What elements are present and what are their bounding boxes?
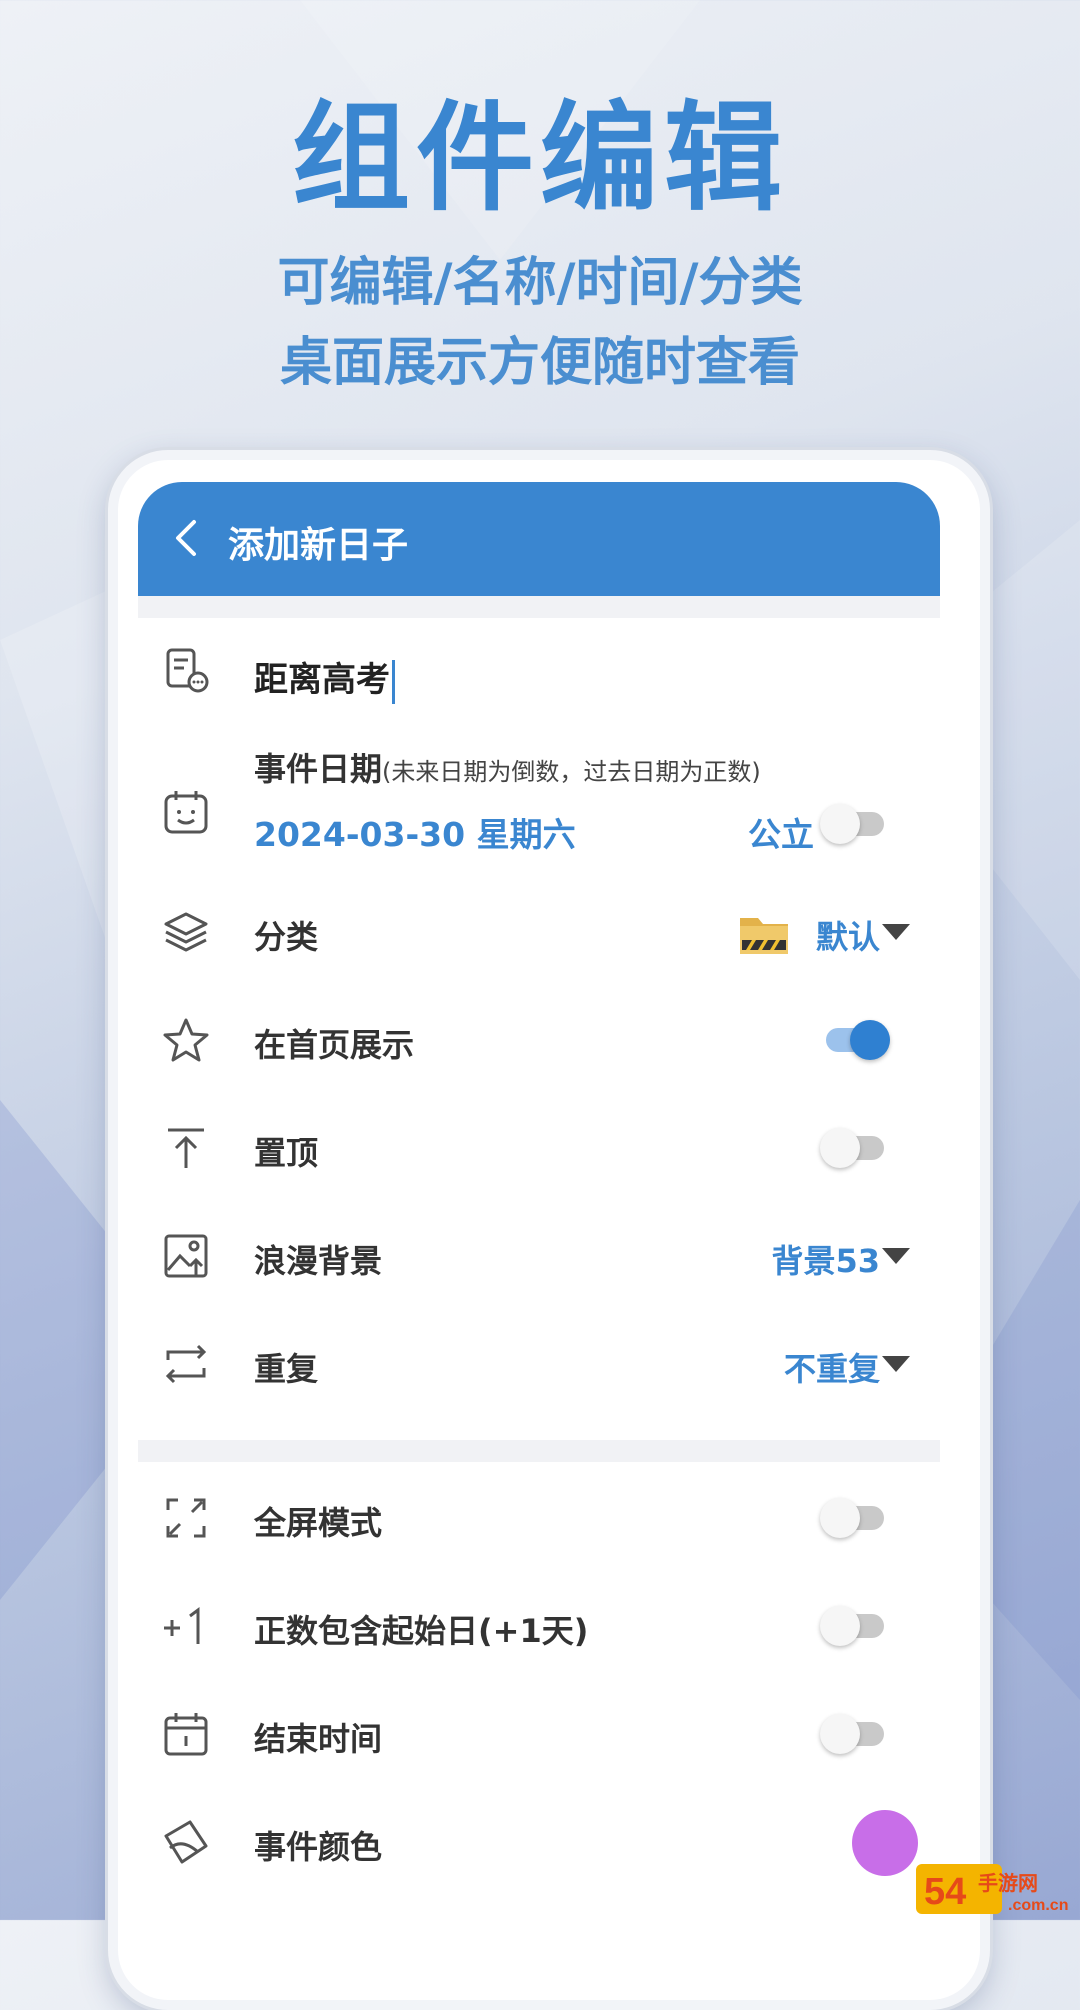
event-date-hint: (未来日期为倒数，过去日期为正数) bbox=[382, 758, 761, 786]
chevron-down-icon bbox=[882, 1248, 910, 1264]
pin-top-label: 置顶 bbox=[254, 1134, 319, 1172]
event-date-row[interactable]: 事件日期(未来日期为倒数，过去日期为正数) 2024-03-30 星期六 公立 bbox=[138, 744, 940, 864]
event-date-label-text: 事件日期 bbox=[254, 750, 383, 788]
background-value[interactable]: 背景53 bbox=[771, 1236, 880, 1282]
event-name-value: 距离高考 bbox=[254, 660, 390, 700]
back-button[interactable] bbox=[160, 510, 216, 566]
app-bar: 添加新日子 bbox=[138, 482, 940, 596]
note-icon bbox=[160, 644, 212, 696]
image-icon bbox=[160, 1230, 212, 1282]
show-on-home-row[interactable]: 在首页展示 bbox=[138, 990, 940, 1090]
text-cursor bbox=[392, 659, 395, 704]
event-color-swatch[interactable] bbox=[852, 1810, 918, 1876]
fullscreen-icon bbox=[160, 1492, 212, 1544]
repeat-icon bbox=[160, 1338, 212, 1390]
layers-icon bbox=[160, 906, 212, 958]
page-title: 添加新日子 bbox=[228, 525, 409, 566]
event-color-row[interactable]: 事件颜色 bbox=[138, 1792, 940, 1892]
repeat-label: 重复 bbox=[254, 1350, 319, 1388]
divider bbox=[138, 596, 940, 618]
calendar-smile-icon bbox=[160, 786, 212, 838]
background-label: 浪漫背景 bbox=[254, 1242, 383, 1280]
pin-top-icon bbox=[160, 1122, 212, 1174]
show-on-home-toggle[interactable] bbox=[820, 1018, 890, 1062]
pin-top-toggle[interactable] bbox=[820, 1126, 890, 1170]
star-icon bbox=[160, 1014, 212, 1066]
section-divider bbox=[138, 1440, 940, 1462]
svg-text:54: 54 bbox=[924, 1871, 966, 1913]
show-on-home-label: 在首页展示 bbox=[254, 1026, 415, 1064]
chevron-down-icon bbox=[882, 924, 910, 940]
category-label: 分类 bbox=[254, 918, 319, 956]
phone-frame: 添加新日子 距离高考 事件日期(未来日期为倒数，过去日期为正数) 2024-03… bbox=[108, 450, 990, 2010]
promo-subtitle-line2: 桌面展示方便随时查看 bbox=[279, 333, 800, 393]
color-swatch-icon bbox=[160, 1816, 212, 1868]
calendar-type-label: 公立 bbox=[748, 815, 814, 854]
include-start-toggle[interactable] bbox=[820, 1604, 890, 1648]
include-start-row[interactable]: 正数包含起始日(+1天) bbox=[138, 1576, 940, 1676]
end-time-row[interactable]: 结束时间 bbox=[138, 1684, 940, 1784]
calendar-type-toggle[interactable] bbox=[820, 802, 890, 846]
category-row[interactable]: 分类 默认 bbox=[138, 882, 940, 982]
svg-text:.com.cn: .com.cn bbox=[1008, 1897, 1068, 1914]
event-date-value[interactable]: 2024-03-30 星期六 bbox=[254, 808, 576, 856]
event-name-input[interactable]: 距离高考 bbox=[254, 652, 395, 704]
event-name-row[interactable]: 距离高考 bbox=[138, 622, 940, 722]
event-color-label: 事件颜色 bbox=[254, 1828, 383, 1866]
promo-title: 组件编辑 bbox=[291, 89, 788, 227]
app-screen: 添加新日子 距离高考 事件日期(未来日期为倒数，过去日期为正数) 2024-03… bbox=[138, 482, 940, 1982]
background-row[interactable]: 浪漫背景 背景53 bbox=[138, 1206, 940, 1306]
repeat-value[interactable]: 不重复 bbox=[784, 1344, 880, 1390]
category-value[interactable]: 默认 bbox=[816, 912, 880, 958]
fullscreen-label: 全屏模式 bbox=[254, 1504, 383, 1542]
include-start-label: 正数包含起始日(+1天) bbox=[254, 1612, 589, 1650]
promo-subtitle-line1: 可编辑/名称/时间/分类 bbox=[277, 253, 803, 313]
svg-text:手游网: 手游网 bbox=[978, 1871, 1038, 1895]
end-time-toggle[interactable] bbox=[820, 1712, 890, 1756]
plus-one-icon bbox=[160, 1600, 212, 1652]
repeat-row[interactable]: 重复 不重复 bbox=[138, 1314, 940, 1414]
chevron-down-icon bbox=[882, 1356, 910, 1372]
chevron-left-icon bbox=[176, 520, 196, 556]
pin-top-row[interactable]: 置顶 bbox=[138, 1098, 940, 1198]
fullscreen-toggle[interactable] bbox=[820, 1496, 890, 1540]
event-date-label: 事件日期(未来日期为倒数，过去日期为正数) bbox=[254, 744, 761, 790]
site-watermark-logo: 54 手游网 .com.cn bbox=[916, 1864, 1068, 1914]
fullscreen-row[interactable]: 全屏模式 bbox=[138, 1468, 940, 1568]
end-time-label: 结束时间 bbox=[254, 1720, 383, 1758]
calendar-icon bbox=[160, 1708, 212, 1760]
folder-icon bbox=[736, 904, 792, 960]
